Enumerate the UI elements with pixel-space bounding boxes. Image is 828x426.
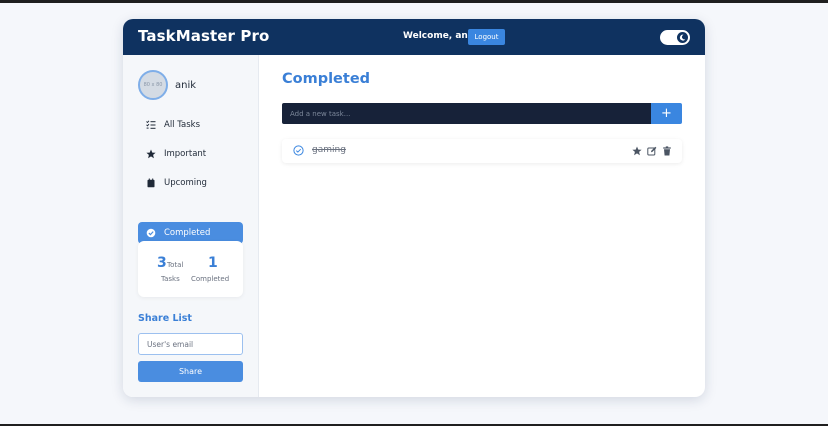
star-icon — [146, 149, 156, 159]
nav-item-upcoming[interactable]: Upcoming — [138, 172, 243, 194]
completed-label: Completed — [191, 275, 230, 283]
main-content: Completed + gaming — [259, 55, 705, 397]
top-border — [0, 0, 828, 3]
brand-title: TaskMaster Pro — [138, 27, 270, 45]
nav-item-all-tasks[interactable]: All Tasks — [138, 114, 243, 136]
trash-icon[interactable] — [662, 146, 672, 156]
new-task-input[interactable] — [282, 103, 651, 124]
username: anik — [175, 80, 197, 91]
page-title: Completed — [282, 71, 371, 87]
moon-icon — [679, 34, 686, 41]
check-circle-icon[interactable] — [293, 145, 304, 156]
nav-label: Completed — [164, 228, 211, 238]
calendar-icon — [147, 178, 155, 188]
sidebar: 80 x 80 anik All Tasks Important Upcomin… — [123, 55, 259, 397]
completed-count: 1 — [208, 255, 218, 271]
task-text: gaming — [312, 145, 346, 155]
list-icon — [146, 120, 156, 129]
nav-label: All Tasks — [164, 120, 201, 130]
stats-card: 3 Total Tasks 1 Completed — [138, 241, 243, 297]
nav-item-important[interactable]: Important — [138, 143, 243, 165]
nav-label: Important — [164, 149, 207, 159]
star-icon[interactable] — [632, 146, 642, 156]
tasks-label: Tasks — [161, 275, 180, 283]
total-tasks-count: 3 — [157, 255, 167, 271]
check-circle-icon — [146, 228, 156, 238]
avatar: 80 x 80 — [138, 70, 168, 100]
total-label: Total — [167, 261, 184, 269]
share-button[interactable]: Share — [138, 361, 243, 382]
nav-label: Upcoming — [164, 178, 207, 188]
share-email-input[interactable] — [138, 333, 243, 355]
theme-toggle[interactable] — [660, 30, 690, 45]
toggle-knob — [677, 32, 688, 43]
welcome-text: Welcome, anik — [403, 31, 477, 41]
edit-icon[interactable] — [647, 146, 657, 156]
logout-button[interactable]: Logout — [468, 29, 505, 45]
share-list-title: Share List — [138, 313, 192, 324]
app-window: TaskMaster Pro Welcome, anik Logout 80 x… — [123, 19, 705, 397]
app-header: TaskMaster Pro Welcome, anik Logout — [123, 19, 705, 55]
task-item[interactable]: gaming — [282, 139, 682, 163]
add-task-button[interactable]: + — [651, 103, 682, 124]
